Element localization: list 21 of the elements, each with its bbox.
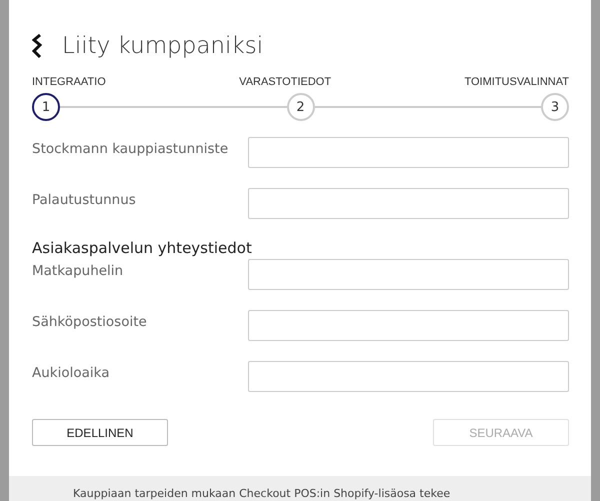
step-label: VARASTOTIEDOT <box>239 76 332 88</box>
field-label: Stockmann kauppiastunniste <box>32 140 228 157</box>
field-label: Matkapuhelin <box>32 262 124 279</box>
step-indicator[interactable]: 3 <box>541 93 569 121</box>
input-field[interactable] <box>248 137 569 168</box>
step-label: TOIMITUSVALINNAT <box>464 76 569 88</box>
logo-icon <box>32 34 42 58</box>
field-label: Sähköpostiosoite <box>32 313 147 330</box>
input-field[interactable] <box>248 188 569 219</box>
input-field[interactable] <box>248 259 569 290</box>
previous-button[interactable]: EDELLINEN <box>32 419 168 446</box>
step-indicator[interactable]: 2 <box>286 93 314 121</box>
field-label: Aukioloaika <box>32 364 110 381</box>
input-field[interactable] <box>248 310 569 341</box>
step-label: INTEGRAATIO <box>32 76 106 88</box>
step-indicator[interactable]: 1 <box>32 93 60 121</box>
background-text: Kauppiaan tarpeiden mukaan Checkout POS:in Shopify-lisäosa tekee <box>73 487 450 500</box>
field-label: Palautustunnus <box>32 191 136 208</box>
input-field[interactable] <box>248 361 569 392</box>
dialog-title: Liity kumppaniksi <box>62 33 264 59</box>
section-heading: Asiakaspalvelun yhteystiedot <box>32 239 253 257</box>
